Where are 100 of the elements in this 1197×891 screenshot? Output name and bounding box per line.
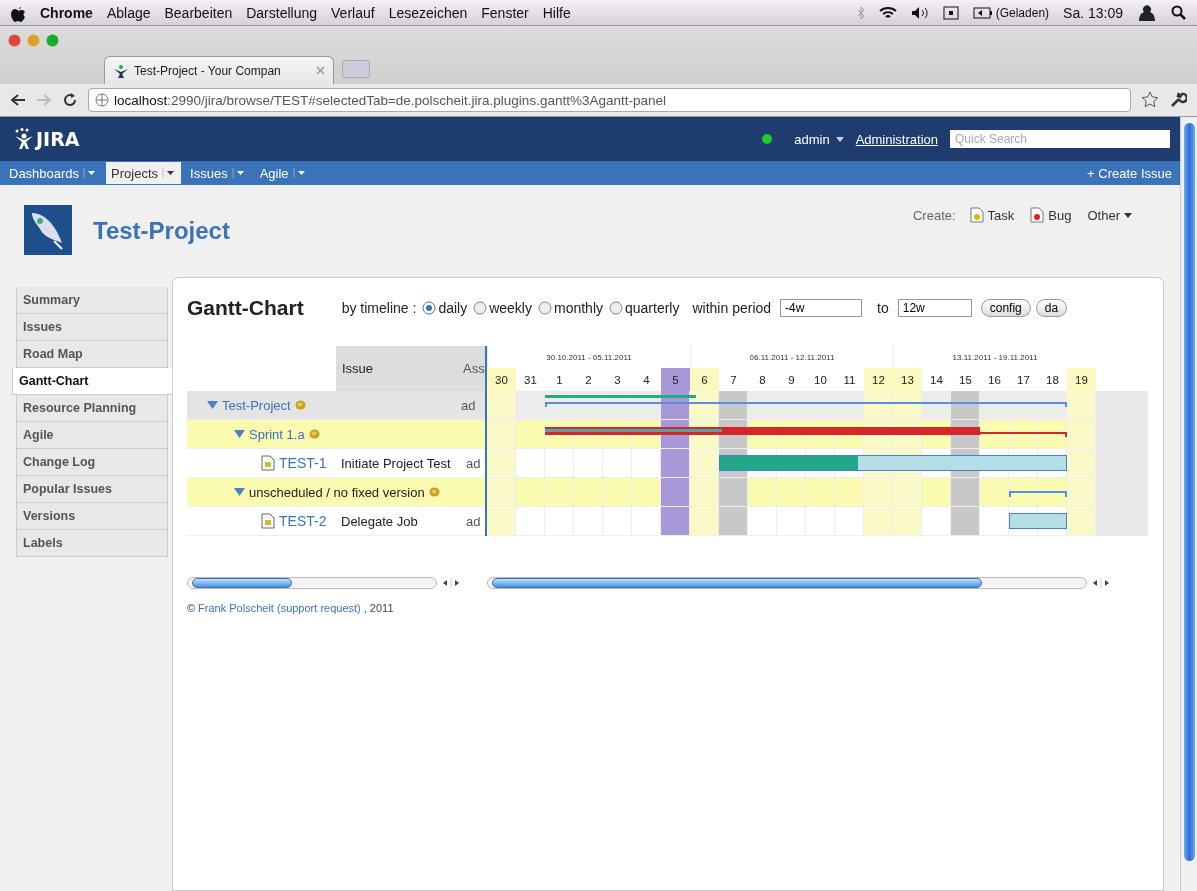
- menu-item[interactable]: Lesezeichen: [388, 4, 468, 21]
- sidebar-tab[interactable]: Labels: [16, 530, 168, 557]
- sidebar-tab[interactable]: Resource Planning: [16, 395, 168, 422]
- config-button[interactable]: config: [980, 299, 1031, 317]
- url-text: localhost:2990/jira/browse/TEST#selectedTab=de.polscheit.jira.plugins.gantt%3Agantt-panel: [114, 92, 666, 108]
- version-bar[interactable]: [545, 427, 1067, 438]
- author-link[interactable]: Frank Polscheit (support request): [198, 602, 361, 614]
- sidebar-tab[interactable]: Popular Issues: [16, 476, 168, 503]
- project-link[interactable]: Test-Project: [222, 397, 291, 413]
- update-button[interactable]: da: [1035, 299, 1068, 317]
- timeline-radio[interactable]: quarterly: [609, 300, 680, 316]
- sidebar-tab[interactable]: Change Log: [16, 449, 168, 476]
- speaker-icon[interactable]: [910, 5, 929, 20]
- caret-icon[interactable]: [83, 168, 98, 178]
- summary-bar[interactable]: [545, 395, 1067, 409]
- user-menu[interactable]: admin: [794, 131, 830, 147]
- menu-item[interactable]: Darstellung: [246, 4, 318, 21]
- favicon-icon: [113, 63, 129, 78]
- sidebar-tab[interactable]: Versions: [16, 503, 168, 530]
- wrench-icon[interactable]: [1169, 91, 1187, 109]
- administration-link[interactable]: Administration: [855, 131, 938, 147]
- task-bar[interactable]: [1009, 513, 1067, 529]
- day-label: 19: [1067, 368, 1096, 391]
- menu-item[interactable]: Fenster: [481, 4, 529, 21]
- nav-tab[interactable]: Projects: [106, 162, 182, 184]
- day-label: 6: [690, 368, 719, 391]
- menu-item[interactable]: Ablage: [106, 4, 151, 21]
- period-label: within period: [692, 300, 772, 316]
- radio-icon[interactable]: [422, 301, 437, 315]
- star-icon[interactable]: [1141, 91, 1159, 109]
- column-header: Issue: [336, 346, 461, 391]
- back-icon[interactable]: [10, 93, 26, 107]
- period-from-field[interactable]: -4w: [780, 299, 863, 317]
- column-header: Ass: [461, 346, 485, 391]
- jira-logo-icon[interactable]: [14, 128, 34, 150]
- window-icon[interactable]: [942, 5, 959, 20]
- other-menu[interactable]: Other: [1087, 207, 1132, 223]
- to-label: to: [877, 300, 889, 316]
- version-link[interactable]: Sprint 1.a: [249, 426, 305, 442]
- quick-search-field[interactable]: Quick Search: [950, 130, 1170, 148]
- sidebar-tab[interactable]: Road Map: [16, 341, 168, 368]
- scroll-arrows-icon[interactable]: [441, 578, 461, 588]
- user-icon[interactable]: [1137, 4, 1157, 21]
- caret-icon[interactable]: [231, 168, 246, 178]
- reload-icon[interactable]: [62, 92, 78, 108]
- address-bar[interactable]: localhost:2990/jira/browse/TEST#selectedTab=de.polscheit.jira.plugins.gantt%3Agantt-panel: [88, 88, 1131, 112]
- caret-icon[interactable]: [162, 168, 177, 178]
- sidebar-tab[interactable]: Summary: [16, 287, 168, 314]
- sidebar-tab[interactable]: Issues: [16, 314, 168, 341]
- battery-icon[interactable]: [972, 6, 993, 19]
- menu-item[interactable]: Chrome: [40, 4, 93, 21]
- timeline-radio[interactable]: weekly: [473, 300, 532, 316]
- timeline-radio[interactable]: daily: [422, 300, 468, 316]
- sidebar-tab[interactable]: Gantt-Chart: [12, 368, 172, 395]
- assignee-cell: ad: [461, 397, 476, 413]
- clock[interactable]: Sa. 13:09: [1063, 4, 1123, 21]
- scrollbar[interactable]: [187, 577, 437, 589]
- menu-item[interactable]: Hilfe: [542, 4, 571, 21]
- scroll-arrows-icon[interactable]: [1091, 578, 1111, 588]
- create-task-link[interactable]: Task: [969, 207, 1015, 223]
- project-title[interactable]: Test-Project: [93, 217, 230, 245]
- caret-icon[interactable]: [835, 136, 844, 142]
- nav-tab[interactable]: Issues: [185, 162, 251, 184]
- bug-icon: [1030, 207, 1045, 223]
- caret-icon[interactable]: [1124, 212, 1132, 218]
- radio-icon[interactable]: [473, 301, 488, 315]
- expand-triangle-icon[interactable]: [234, 488, 245, 496]
- radio-icon[interactable]: [609, 301, 623, 315]
- caret-icon[interactable]: [292, 168, 307, 178]
- status-dot-icon: [762, 134, 773, 144]
- create-bug-link[interactable]: Bug: [1030, 207, 1072, 223]
- wifi-icon[interactable]: [878, 5, 897, 20]
- sidebar-tab[interactable]: Agile: [16, 422, 168, 449]
- search-icon[interactable]: [1171, 4, 1187, 21]
- assignee-cell: ad: [466, 513, 481, 529]
- expand-triangle-icon[interactable]: [234, 430, 245, 438]
- create-issue-link[interactable]: + Create Issue: [1087, 165, 1180, 181]
- task-icon: [261, 455, 275, 471]
- version-bracket[interactable]: [1009, 490, 1067, 498]
- timeline-radio[interactable]: monthly: [537, 300, 603, 316]
- period-to-field[interactable]: 12w: [897, 299, 972, 317]
- menu-item[interactable]: Bearbeiten: [164, 4, 233, 21]
- assignee-cell: ad: [466, 455, 481, 471]
- close-light-icon[interactable]: [8, 34, 21, 47]
- issue-key-link[interactable]: TEST-2: [279, 513, 327, 529]
- nav-tab[interactable]: Dashboards: [4, 162, 103, 184]
- task-bar[interactable]: [719, 455, 1067, 471]
- menu-item[interactable]: Verlauf: [331, 4, 375, 21]
- panel-title: Gantt-Chart: [187, 296, 304, 320]
- issue-key-link[interactable]: TEST-1: [279, 455, 327, 471]
- task-icon: [261, 513, 275, 529]
- close-icon[interactable]: [316, 66, 325, 75]
- scrollbar[interactable]: [487, 577, 1087, 589]
- radio-icon[interactable]: [537, 301, 552, 315]
- browser-tab[interactable]: Test-Project - Your Compan: [104, 56, 334, 84]
- page-scrollbar[interactable]: [1183, 123, 1195, 861]
- expand-triangle-icon[interactable]: [207, 401, 218, 409]
- version-link[interactable]: unscheduled / no fixed version: [249, 484, 425, 500]
- nav-tab[interactable]: Agile: [254, 162, 312, 184]
- logo-text[interactable]: JIRA: [36, 128, 80, 150]
